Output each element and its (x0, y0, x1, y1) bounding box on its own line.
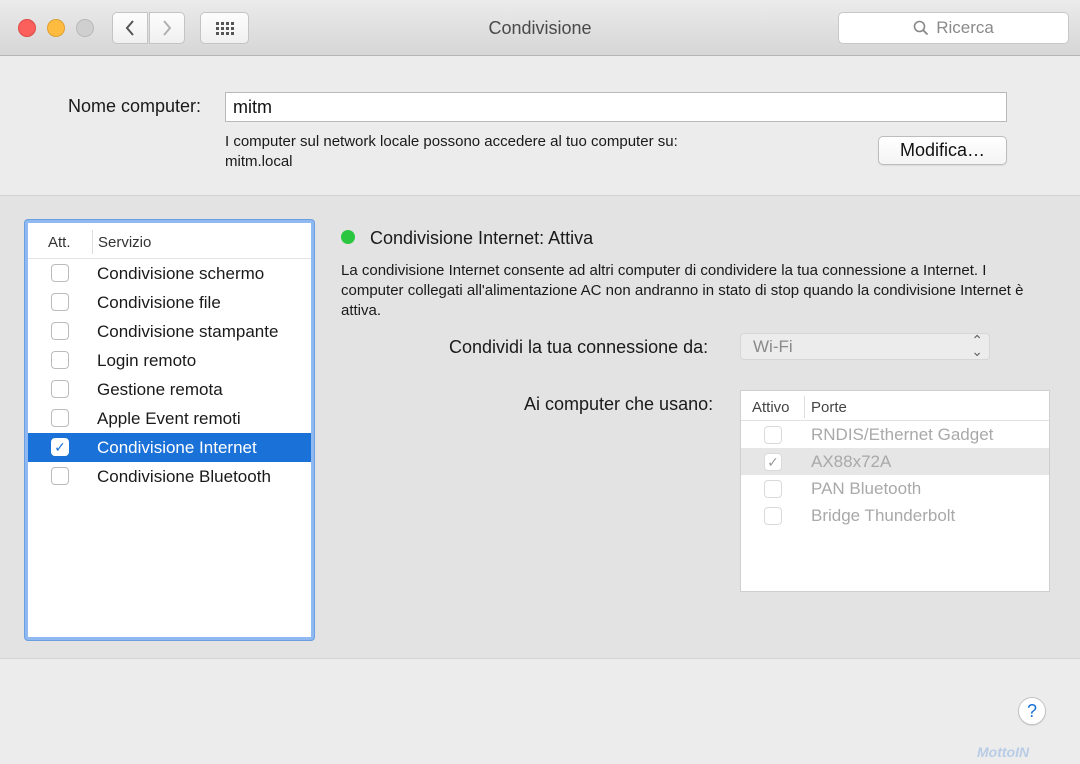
service-label: Apple Event remoti (97, 409, 241, 428)
share-from-label: Condividi la tua connessione da: (449, 337, 709, 357)
service-list[interactable]: Att. Servizio Condivisione schermo Condi… (25, 220, 314, 640)
port-row[interactable]: RNDIS/Ethernet Gadget (741, 421, 1049, 448)
service-row[interactable]: Apple Event remoti (28, 404, 311, 433)
status-indicator-icon (341, 230, 355, 244)
search-placeholder: Ricerca (936, 18, 994, 37)
header-on[interactable]: Att. (48, 234, 71, 251)
watermark: MottoIN (977, 744, 1030, 760)
port-checkbox-checked[interactable]: ✓ (764, 453, 782, 471)
port-checkbox[interactable] (764, 480, 782, 498)
port-label: AX88x72A (811, 452, 892, 471)
local-hostname: mitm.local (225, 153, 293, 170)
port-row-selected[interactable]: ✓ AX88x72A (741, 448, 1049, 475)
service-row[interactable]: Gestione remota (28, 375, 311, 404)
service-row[interactable]: Condivisione stampante (28, 317, 311, 346)
search-field[interactable]: Ricerca (838, 12, 1069, 44)
edit-hostname-button[interactable]: Modifica… (878, 136, 1007, 165)
service-label: Condivisione stampante (97, 322, 279, 341)
updown-arrows-icon: ⌃ ⌄ (971, 332, 983, 359)
service-checkbox[interactable] (51, 467, 69, 485)
header-ports[interactable]: Porte (811, 399, 847, 416)
service-status: Condivisione Internet: Attiva (370, 228, 594, 248)
search-icon (913, 20, 929, 36)
service-row[interactable]: Condivisione Bluetooth (28, 462, 311, 491)
service-label: Gestione remota (97, 380, 223, 399)
port-row[interactable]: Bridge Thunderbolt (741, 502, 1049, 529)
service-checkbox[interactable] (51, 380, 69, 398)
share-from-select[interactable]: Wi-Fi ⌃ ⌄ (740, 333, 990, 360)
service-label: Condivisione schermo (97, 264, 265, 283)
service-checkbox[interactable] (51, 409, 69, 427)
service-checkbox[interactable] (51, 322, 69, 340)
service-checkbox-checked[interactable]: ✓ (51, 438, 69, 456)
service-checkbox[interactable] (51, 293, 69, 311)
service-label: Condivisione Bluetooth (97, 467, 271, 486)
help-button[interactable]: ? (1018, 697, 1046, 725)
header-active[interactable]: Attivo (752, 399, 790, 416)
ports-list[interactable]: Attivo Porte RNDIS/Ethernet Gadget ✓ AX8… (740, 390, 1050, 592)
service-row[interactable]: Condivisione schermo (28, 259, 311, 288)
service-label: Condivisione Internet (97, 438, 257, 457)
network-access-note: I computer sul network locale possono ac… (225, 133, 678, 150)
port-row[interactable]: PAN Bluetooth (741, 475, 1049, 502)
service-row[interactable]: Login remoto (28, 346, 311, 375)
service-description: La condivisione Internet consente ad alt… (341, 262, 1024, 319)
computer-name-label: Nome computer: (68, 96, 202, 116)
share-from-value: Wi-Fi (753, 337, 793, 356)
to-computers-label: Ai computer che usano: (524, 394, 714, 414)
port-checkbox[interactable] (764, 507, 782, 525)
service-row[interactable]: Condivisione file (28, 288, 311, 317)
computer-name-input[interactable] (225, 92, 1007, 122)
service-row-selected[interactable]: ✓ Condivisione Internet (28, 433, 311, 462)
port-label: PAN Bluetooth (811, 479, 922, 498)
port-label: Bridge Thunderbolt (811, 506, 956, 525)
service-checkbox[interactable] (51, 264, 69, 282)
port-checkbox[interactable] (764, 426, 782, 444)
header-service[interactable]: Servizio (98, 234, 151, 251)
service-checkbox[interactable] (51, 351, 69, 369)
service-label: Login remoto (97, 351, 197, 370)
port-label: RNDIS/Ethernet Gadget (811, 425, 994, 444)
service-list-header: Att. Servizio (28, 223, 311, 259)
title-bar: Condivisione Ricerca (0, 0, 1080, 56)
service-label: Condivisione file (97, 293, 221, 312)
ports-list-header: Attivo Porte (741, 391, 1049, 421)
